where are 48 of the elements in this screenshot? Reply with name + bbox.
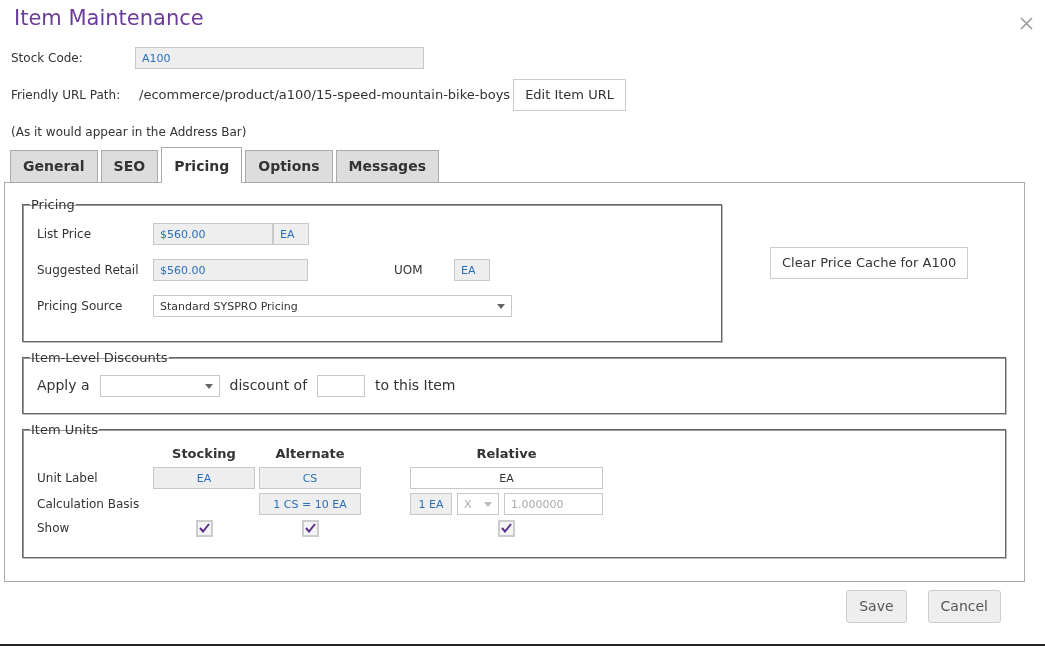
tab[interactable]: Messages [335, 149, 439, 182]
group-legend: Pricing [30, 196, 76, 213]
field-label: Calculation Basis [37, 496, 141, 514]
field-label: Apply a [37, 376, 90, 396]
field-label: to this Item [375, 376, 456, 396]
group-legend: Item-Level Discounts [30, 349, 169, 366]
field-label: Pricing Source [37, 297, 124, 315]
field-label: Show [37, 520, 71, 538]
edit-url-button[interactable]: Edit Item URL [513, 79, 626, 111]
column-header: Stocking [171, 444, 237, 463]
field-label: Stock Code: [11, 50, 84, 68]
discount-input[interactable] [317, 374, 366, 397]
unit-field[interactable]: CS [259, 467, 361, 490]
uom-field[interactable]: EA [454, 258, 490, 281]
unit-field[interactable]: EA [153, 467, 255, 490]
column-header: Relative [475, 444, 538, 463]
field-label: List Price [37, 225, 93, 243]
field-label: Friendly URL Path: [11, 86, 122, 104]
group-legend: Item Units [30, 421, 99, 438]
checkbox[interactable] [195, 519, 213, 537]
unit-field[interactable]: EA [410, 467, 603, 490]
field-label: discount of [229, 376, 308, 396]
field-label: Suggested Retail [37, 261, 140, 279]
tab[interactable]: Pricing [161, 146, 243, 183]
column-header: Alternate [274, 444, 346, 463]
checkbox[interactable] [301, 519, 319, 537]
list-price-field[interactable]: $560.00 [153, 222, 273, 245]
suggested-retail-field[interactable]: $560.00 [153, 258, 308, 281]
checkbox[interactable] [498, 519, 515, 537]
tab[interactable]: Options [245, 149, 333, 182]
url-path: /ecommerce/product/a100/15-speed-mountain-bike-boys [139, 86, 511, 105]
clear-cache-button[interactable]: Clear Price Cache for A100 [770, 247, 969, 279]
caret-icon [484, 502, 492, 508]
pricing-source-dropdown[interactable]: Standard SYSPRO Pricing [153, 294, 512, 317]
tab[interactable]: SEO [100, 149, 159, 182]
unit-field[interactable]: EA [273, 222, 309, 245]
caret-icon [204, 383, 213, 389]
basis-field[interactable]: 1 EA [410, 493, 452, 516]
field-label: Unit Label [37, 470, 99, 488]
dialog-title: Item Maintenance [14, 5, 204, 32]
caret-icon [497, 303, 505, 309]
basis-field[interactable]: 1 CS = 10 EA [259, 493, 361, 516]
tab[interactable]: General [10, 149, 98, 182]
dialog-button[interactable]: Save [846, 589, 907, 623]
stock-code-field[interactable]: A100 [135, 47, 424, 70]
field-label: UOM [394, 261, 424, 279]
address-bar-note: (As it would appear in the Address Bar) [11, 123, 248, 141]
dialog-button[interactable]: Cancel [927, 589, 1001, 623]
